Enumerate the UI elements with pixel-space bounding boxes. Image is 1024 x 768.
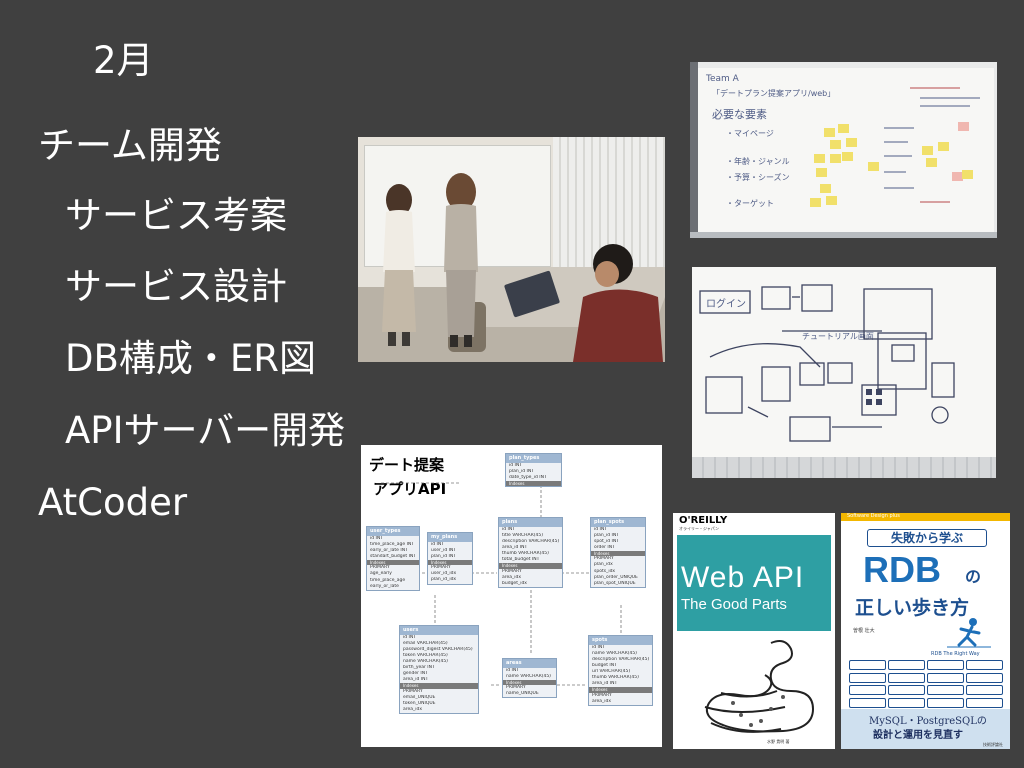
er-table-user-types: user_types id INT time_place_age INT ear…	[366, 526, 420, 591]
book-series: Software Design plus	[847, 513, 900, 519]
book-author: 水野 貴明 著	[767, 739, 790, 744]
sticky-note	[842, 152, 853, 161]
snake-illustration-icon	[704, 640, 815, 733]
book-publisher: 技術評論社	[983, 742, 1003, 747]
person-standing-left	[382, 184, 416, 346]
wb1-scribbles	[884, 87, 980, 203]
sticky-note	[868, 162, 879, 171]
sticky-note	[838, 124, 849, 133]
er-table-plan-spots: plan_spots id INT plan_id INT spot_id IN…	[590, 517, 646, 588]
book-english-title: RDB The Right Way	[931, 651, 980, 657]
wb2-wireframe-drawings	[699, 284, 955, 442]
sticky-note	[846, 138, 857, 147]
person-standing-right	[444, 173, 478, 347]
sticky-note	[810, 198, 821, 207]
sticky-note	[816, 168, 827, 177]
book-title: Web API	[681, 561, 805, 594]
book-subtitle: 失敗から学ぶ	[867, 529, 987, 547]
book-title-no: の	[965, 567, 982, 586]
book-cover-webapi: O'REILLY オライリー・ジャパン Web API The Good Par…	[673, 513, 835, 749]
sticky-note	[826, 196, 837, 205]
er-table-spots: spots id INT name VARCHAR(45) descriptio…	[588, 635, 653, 706]
book-publisher-sub: オライリー・ジャパン	[679, 526, 719, 531]
er-table-my-plans: my_plans id INT user_id INT plan_id INT …	[427, 532, 473, 585]
book-topic-grid	[849, 660, 1003, 708]
walking-person-icon	[947, 618, 991, 648]
wb1-note-4: ・ターゲット	[726, 199, 774, 208]
sticky-note	[830, 154, 841, 163]
wb1-note-1: ・マイページ	[726, 129, 774, 138]
book-subtitle: The Good Parts	[681, 596, 787, 613]
er-table-areas: areas id INT name VARCHAR(45) Indexes PR…	[502, 658, 557, 699]
wb1-note-2: ・年齢・ジャンル	[726, 157, 790, 166]
item-service-design: サービス設計	[65, 265, 287, 308]
sticky-note	[820, 184, 831, 193]
whiteboard-photo-requirements: Team A 「デートプラン提案アプリ/web」 必要な要素 ・マイページ ・年…	[690, 62, 997, 238]
item-api-server: APIサーバー開発	[65, 409, 346, 452]
whiteboard-photo-wireframes: ログイン チュートリアル画面	[692, 267, 996, 478]
item-atcoder: AtCoder	[38, 481, 188, 524]
wb1-heading: Team A	[706, 74, 739, 84]
er-diagram: デート提案 アプリAPI plan_types id INT plan_id I…	[361, 445, 662, 747]
book-author: 曽根 壮大	[853, 628, 875, 634]
sticky-note	[824, 128, 835, 137]
book-title-rdb: RDB	[863, 549, 941, 590]
book-footer-line2: 設計と運用を見直す	[873, 730, 963, 741]
person-sitting	[573, 244, 663, 362]
er-table-plan-types: plan_types id INT plan_id INT date_type_…	[505, 453, 562, 488]
book-cover-rdb: Software Design plus 失敗から学ぶ RDB の 正しい歩き方…	[841, 513, 1010, 749]
book-footer-line1: MySQL・PostgreSQLの	[869, 716, 987, 727]
month-heading: 2月	[93, 39, 154, 82]
er-table-plans: plans id INT title VARCHAR(45) descripti…	[498, 517, 563, 588]
wb1-line1: 「デートプラン提案アプリ/web」	[712, 89, 836, 98]
item-db-er: DB構成・ER図	[65, 337, 316, 380]
wb1-note-3: ・予算・シーズン	[726, 173, 790, 182]
book-title-rest: 正しい歩き方	[855, 597, 970, 619]
book-publisher: O'REILLY	[679, 515, 728, 526]
item-service-idea: サービス考案	[65, 194, 287, 237]
wb1-line2: 必要な要素	[712, 108, 767, 121]
team-photo	[358, 137, 665, 362]
sticky-note	[814, 154, 825, 163]
er-table-users: users id INT email VARCHAR(45) password_…	[399, 625, 479, 714]
item-team-dev: チーム開発	[38, 124, 222, 167]
sticky-note	[830, 140, 841, 149]
